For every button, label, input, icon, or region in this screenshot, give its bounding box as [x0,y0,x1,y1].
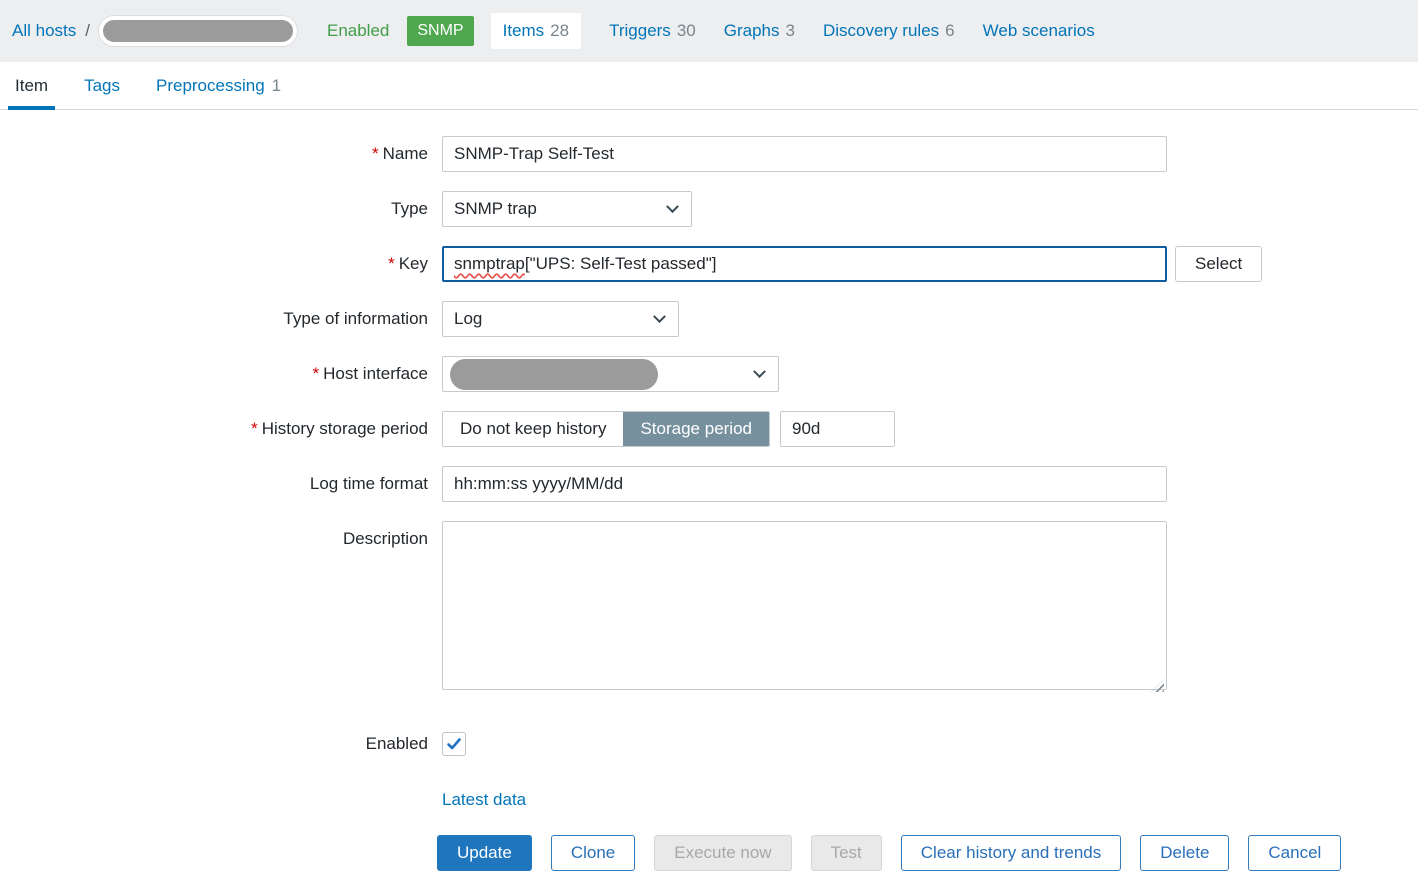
checkbox-checked-icon [446,736,462,752]
cancel-button[interactable]: Cancel [1248,835,1341,871]
key-label: Key [399,254,428,273]
chevron-down-icon [666,200,679,213]
form-row-description: Description [0,521,1418,695]
required-marker: * [312,364,319,383]
log-time-format-label: Log time format [0,474,428,494]
latest-data-link[interactable]: Latest data [442,790,526,810]
required-marker: * [251,419,258,438]
type-of-information-label: Type of information [0,309,428,329]
tab-preprocessing[interactable]: Preprocessing 1 [149,62,288,109]
name-input[interactable] [442,136,1167,172]
history-storage-period-label: History storage period [262,419,428,438]
nav-graphs-label: Graphs [724,21,780,41]
key-input[interactable]: snmptrap["UPS: Self-Test passed"] [442,246,1167,282]
execute-now-button: Execute now [654,835,791,871]
delete-button[interactable]: Delete [1140,835,1229,871]
form-row-log-time-format: Log time format [0,466,1418,502]
host-interface-label: Host interface [323,364,428,383]
tab-item-label: Item [15,76,48,96]
history-period-input[interactable] [780,411,895,447]
form-row-latest-data: Latest data [0,790,1418,810]
update-button[interactable]: Update [437,835,532,871]
chevron-down-icon [753,365,766,378]
breadcrumb-separator: / [85,21,90,41]
host-interface-select[interactable] [442,356,779,392]
tab-item[interactable]: Item [8,62,55,109]
clear-history-and-trends-button[interactable]: Clear history and trends [901,835,1121,871]
form-row-name: *Name [0,136,1418,172]
form-row-history-storage-period: *History storage period Do not keep hist… [0,411,1418,447]
tab-preprocessing-label: Preprocessing [156,76,265,96]
key-value-word: snmptrap [454,254,525,274]
form-row-type-of-information: Type of information Log [0,301,1418,337]
nav-graphs-link[interactable]: Graphs 3 [724,21,795,41]
enabled-checkbox[interactable] [442,732,466,756]
form-row-type: Type SNMP trap [0,191,1418,227]
host-name-redacted[interactable] [99,16,297,46]
history-mode-toggle: Do not keep history Storage period [442,411,770,447]
log-time-format-input[interactable] [442,466,1167,502]
nav-triggers-label: Triggers [609,21,671,41]
nav-items-count: 28 [550,21,569,41]
required-marker: * [388,254,395,273]
nav-triggers-link[interactable]: Triggers 30 [609,21,696,41]
type-select-value: SNMP trap [454,199,537,219]
form-row-enabled: Enabled [0,732,1418,756]
nav-discovery-rules-count: 6 [945,21,954,41]
type-select[interactable]: SNMP trap [442,191,692,227]
nav-discovery-rules-label: Discovery rules [823,21,939,41]
nav-web-scenarios-label: Web scenarios [983,21,1095,41]
nav-items-label: Items [503,21,545,41]
name-label: Name [383,144,428,163]
required-marker: * [372,144,379,163]
host-status-enabled: Enabled [327,21,389,41]
snmp-availability-badge: SNMP [407,16,473,46]
key-select-button[interactable]: Select [1175,246,1262,282]
key-value-rest: ["UPS: Self-Test passed"] [525,254,717,274]
host-interface-redacted [450,359,658,390]
tab-tags-label: Tags [84,76,120,96]
chevron-down-icon [653,310,666,323]
history-option-do-not-keep[interactable]: Do not keep history [443,412,623,446]
nav-triggers-count: 30 [677,21,696,41]
nav-graphs-count: 3 [785,21,794,41]
enabled-label: Enabled [0,734,428,754]
item-form: *Name Type SNMP trap *Key snmptrap["UPS:… [0,110,1418,871]
description-label: Description [0,521,428,549]
form-row-key: *Key snmptrap["UPS: Self-Test passed"] S… [0,246,1418,282]
test-button: Test [811,835,882,871]
breadcrumb-all-hosts-link[interactable]: All hosts [12,21,76,41]
tab-preprocessing-count: 1 [272,76,281,96]
item-tab-bar: Item Tags Preprocessing 1 [0,62,1418,110]
tab-tags[interactable]: Tags [77,62,127,109]
type-of-information-select[interactable]: Log [442,301,679,337]
type-of-information-value: Log [454,309,482,329]
type-label: Type [0,199,428,219]
nav-items-selected[interactable]: Items 28 [491,13,581,49]
form-row-host-interface: *Host interface [0,356,1418,392]
description-textarea[interactable] [442,521,1167,690]
history-option-storage-period[interactable]: Storage period [623,412,769,446]
nav-discovery-rules-link[interactable]: Discovery rules 6 [823,21,955,41]
form-footer-buttons: Update Clone Execute now Test Clear hist… [437,835,1418,871]
clone-button[interactable]: Clone [551,835,635,871]
nav-web-scenarios-link[interactable]: Web scenarios [983,21,1095,41]
breadcrumb-bar: All hosts / Enabled SNMP Items 28 Trigge… [0,0,1418,62]
